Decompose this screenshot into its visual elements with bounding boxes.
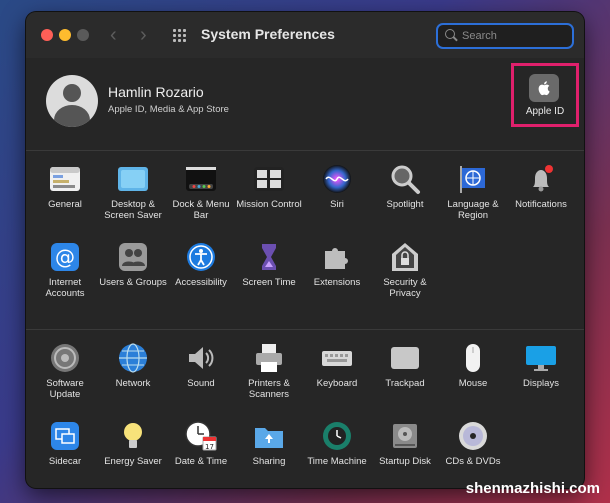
pref-accessibility[interactable]: Accessibility [166, 241, 236, 288]
pref-extensions[interactable]: Extensions [302, 241, 372, 288]
pref-printers-scanners[interactable]: Printers & Scanners [234, 342, 304, 400]
pref-network[interactable]: Network [98, 342, 168, 389]
close-button[interactable] [41, 29, 53, 41]
energy-saver-icon [117, 420, 149, 452]
general-icon [49, 163, 81, 195]
pref-language-region[interactable]: Language & Region [438, 163, 508, 221]
account-header: Hamlin Rozario Apple ID, Media & App Sto… [26, 58, 584, 151]
sound-icon [185, 342, 217, 374]
pref-sidecar[interactable]: Sidecar [30, 420, 100, 467]
spotlight-icon [389, 163, 421, 195]
pref-dock-menu-bar[interactable]: Dock & Menu Bar [166, 163, 236, 221]
pref-general[interactable]: General [30, 163, 100, 210]
startup-disk-icon [389, 420, 421, 452]
account-name: Hamlin Rozario [108, 84, 204, 100]
calendar-day-text: 17 [205, 443, 214, 451]
prefs-section-personal: General Desktop & Screen Saver Dock & Me… [26, 151, 584, 329]
desktop-screen-saver-icon [117, 163, 149, 195]
pref-mission-control[interactable]: Mission Control [234, 163, 304, 210]
pref-startup-disk[interactable]: Startup Disk [370, 420, 440, 467]
pref-keyboard[interactable]: Keyboard [302, 342, 372, 389]
keyboard-icon [321, 342, 353, 374]
screen-time-icon [253, 241, 285, 273]
avatar[interactable] [46, 75, 98, 127]
pref-screen-time[interactable]: Screen Time [234, 241, 304, 288]
pref-mouse[interactable]: Mouse [438, 342, 508, 389]
language-region-icon [457, 163, 489, 195]
prefs-section-hardware: Software Update Network Sound Printers &… [26, 329, 584, 488]
window-title: System Preferences [201, 26, 335, 42]
forward-button[interactable]: › [140, 23, 147, 47]
sharing-icon [253, 420, 285, 452]
pref-energy-saver[interactable]: Energy Saver [98, 420, 168, 467]
internet-accounts-icon: @ [49, 241, 81, 273]
pref-cds-dvds[interactable]: CDs & DVDs [438, 420, 508, 467]
svg-text:@: @ [55, 245, 75, 269]
search-input[interactable] [462, 27, 562, 45]
date-time-icon: 17 [185, 420, 217, 452]
apple-id-label: Apple ID [525, 106, 565, 117]
search-icon [445, 29, 455, 39]
security-privacy-icon [389, 241, 421, 273]
pref-sound[interactable]: Sound [166, 342, 236, 389]
search-field[interactable] [436, 23, 574, 49]
time-machine-icon [321, 420, 353, 452]
pref-siri[interactable]: Siri [302, 163, 372, 210]
apple-logo-icon [529, 74, 559, 102]
dock-menu-bar-icon [185, 163, 217, 195]
show-all-grid-icon[interactable] [173, 29, 187, 43]
pref-internet-accounts[interactable]: @ Internet Accounts [30, 241, 100, 299]
cds-dvds-icon [457, 420, 489, 452]
account-subtitle: Apple ID, Media & App Store [108, 104, 229, 115]
pref-desktop-screen-saver[interactable]: Desktop & Screen Saver [98, 163, 168, 221]
network-icon [117, 342, 149, 374]
siri-icon [321, 163, 353, 195]
sidecar-icon [49, 420, 81, 452]
pref-sharing[interactable]: Sharing [234, 420, 304, 467]
title-bar: ‹ › System Preferences [26, 12, 584, 58]
trackpad-icon [389, 342, 421, 374]
users-groups-icon [117, 241, 149, 273]
zoom-button[interactable] [77, 29, 89, 41]
pref-spotlight[interactable]: Spotlight [370, 163, 440, 210]
pref-time-machine[interactable]: Time Machine [302, 420, 372, 467]
software-update-icon [49, 342, 81, 374]
pref-date-time[interactable]: 17 Date & Time [166, 420, 236, 467]
pref-displays[interactable]: Displays [506, 342, 576, 389]
system-preferences-window: ‹ › System Preferences Hamlin Rozario Ap… [26, 12, 584, 488]
back-button[interactable]: ‹ [110, 23, 117, 47]
mission-control-icon [253, 163, 285, 195]
accessibility-icon [185, 241, 217, 273]
extensions-icon [321, 241, 353, 273]
minimize-button[interactable] [59, 29, 71, 41]
pref-users-groups[interactable]: Users & Groups [98, 241, 168, 288]
mouse-icon [457, 342, 489, 374]
pref-security-privacy[interactable]: Security & Privacy [370, 241, 440, 299]
notifications-icon [525, 163, 557, 195]
apple-id-pref[interactable]: Apple ID [511, 63, 579, 127]
printers-scanners-icon [253, 342, 285, 374]
displays-icon [525, 342, 557, 374]
watermark-text: shenmazhishi.com [465, 480, 600, 497]
pref-trackpad[interactable]: Trackpad [370, 342, 440, 389]
pref-notifications[interactable]: Notifications [506, 163, 576, 210]
pref-software-update[interactable]: Software Update [30, 342, 100, 400]
